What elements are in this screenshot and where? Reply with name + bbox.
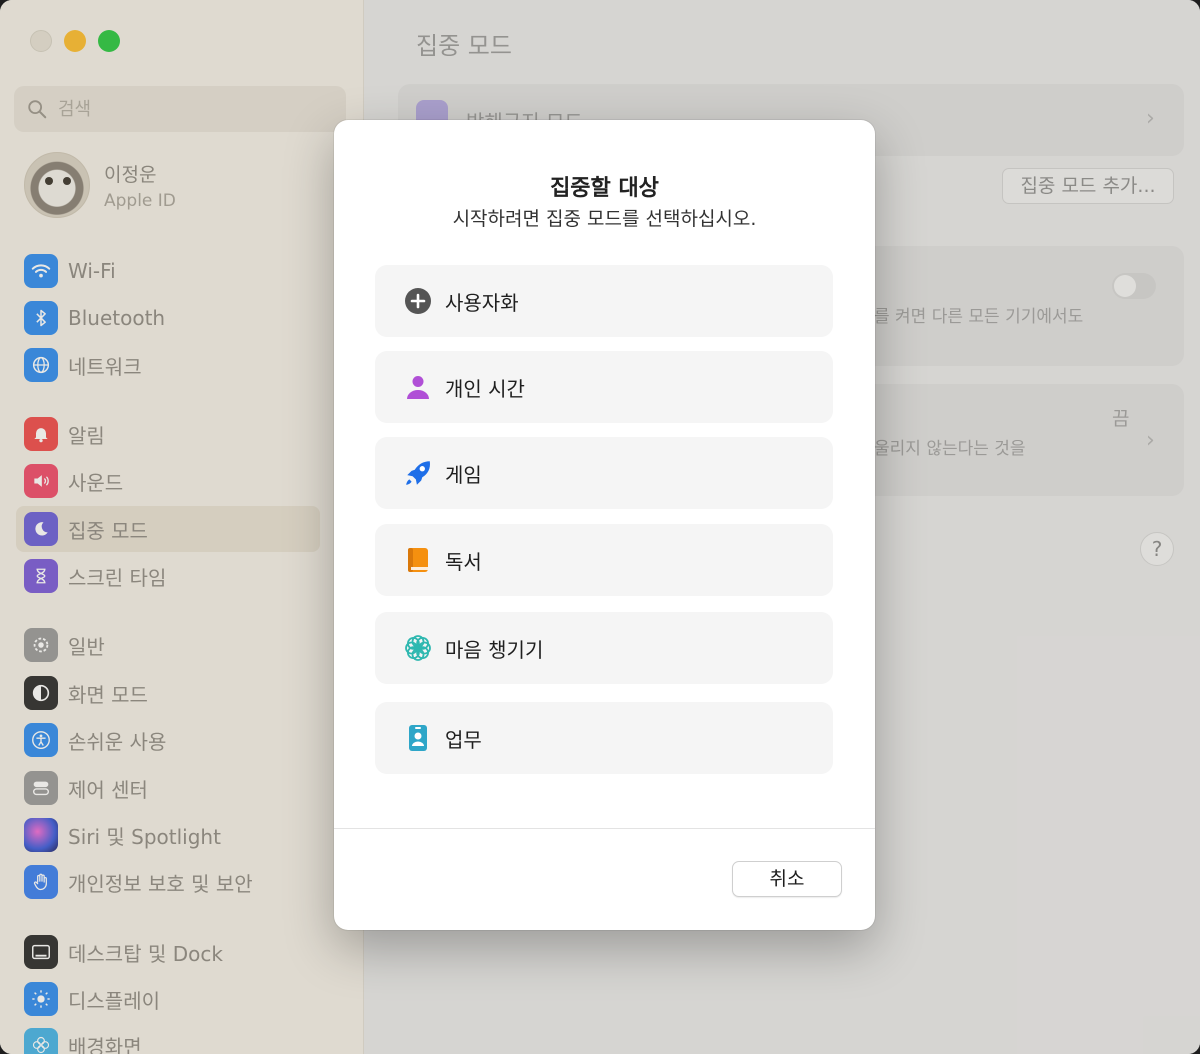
person-icon	[403, 372, 433, 402]
option-label: 개인 시간	[445, 376, 525, 401]
option-label: 마음 챙기기	[445, 637, 544, 662]
option-label: 업무	[445, 727, 482, 752]
dialog-subtitle: 시작하려면 집중 모드를 선택하십시오.	[452, 208, 757, 230]
option-reading[interactable]: 독서	[375, 524, 833, 596]
focus-picker-dialog: 집중할 대상 시작하려면 집중 모드를 선택하십시오. 사용자화 개인 시간 게…	[334, 120, 875, 930]
settings-window: 이정운 Apple ID Wi-Fi Bluetooth 네트워크	[0, 0, 1200, 1054]
dialog-title: 집중할 대상	[550, 176, 659, 201]
option-label: 독서	[445, 549, 482, 574]
option-label: 게임	[445, 462, 482, 487]
book-icon	[403, 545, 433, 575]
option-mindfulness[interactable]: 마음 챙기기	[375, 612, 833, 684]
flower-icon	[403, 633, 433, 663]
option-custom[interactable]: 사용자화	[375, 265, 833, 337]
option-personal[interactable]: 개인 시간	[375, 351, 833, 423]
cancel-button[interactable]: 취소	[732, 861, 842, 897]
dialog-divider	[334, 828, 875, 829]
id-badge-icon	[403, 723, 433, 753]
plus-circle-icon	[403, 286, 433, 316]
option-gaming[interactable]: 게임	[375, 437, 833, 509]
option-label: 사용자화	[445, 290, 519, 315]
rocket-icon	[403, 458, 433, 488]
option-work[interactable]: 업무	[375, 702, 833, 774]
